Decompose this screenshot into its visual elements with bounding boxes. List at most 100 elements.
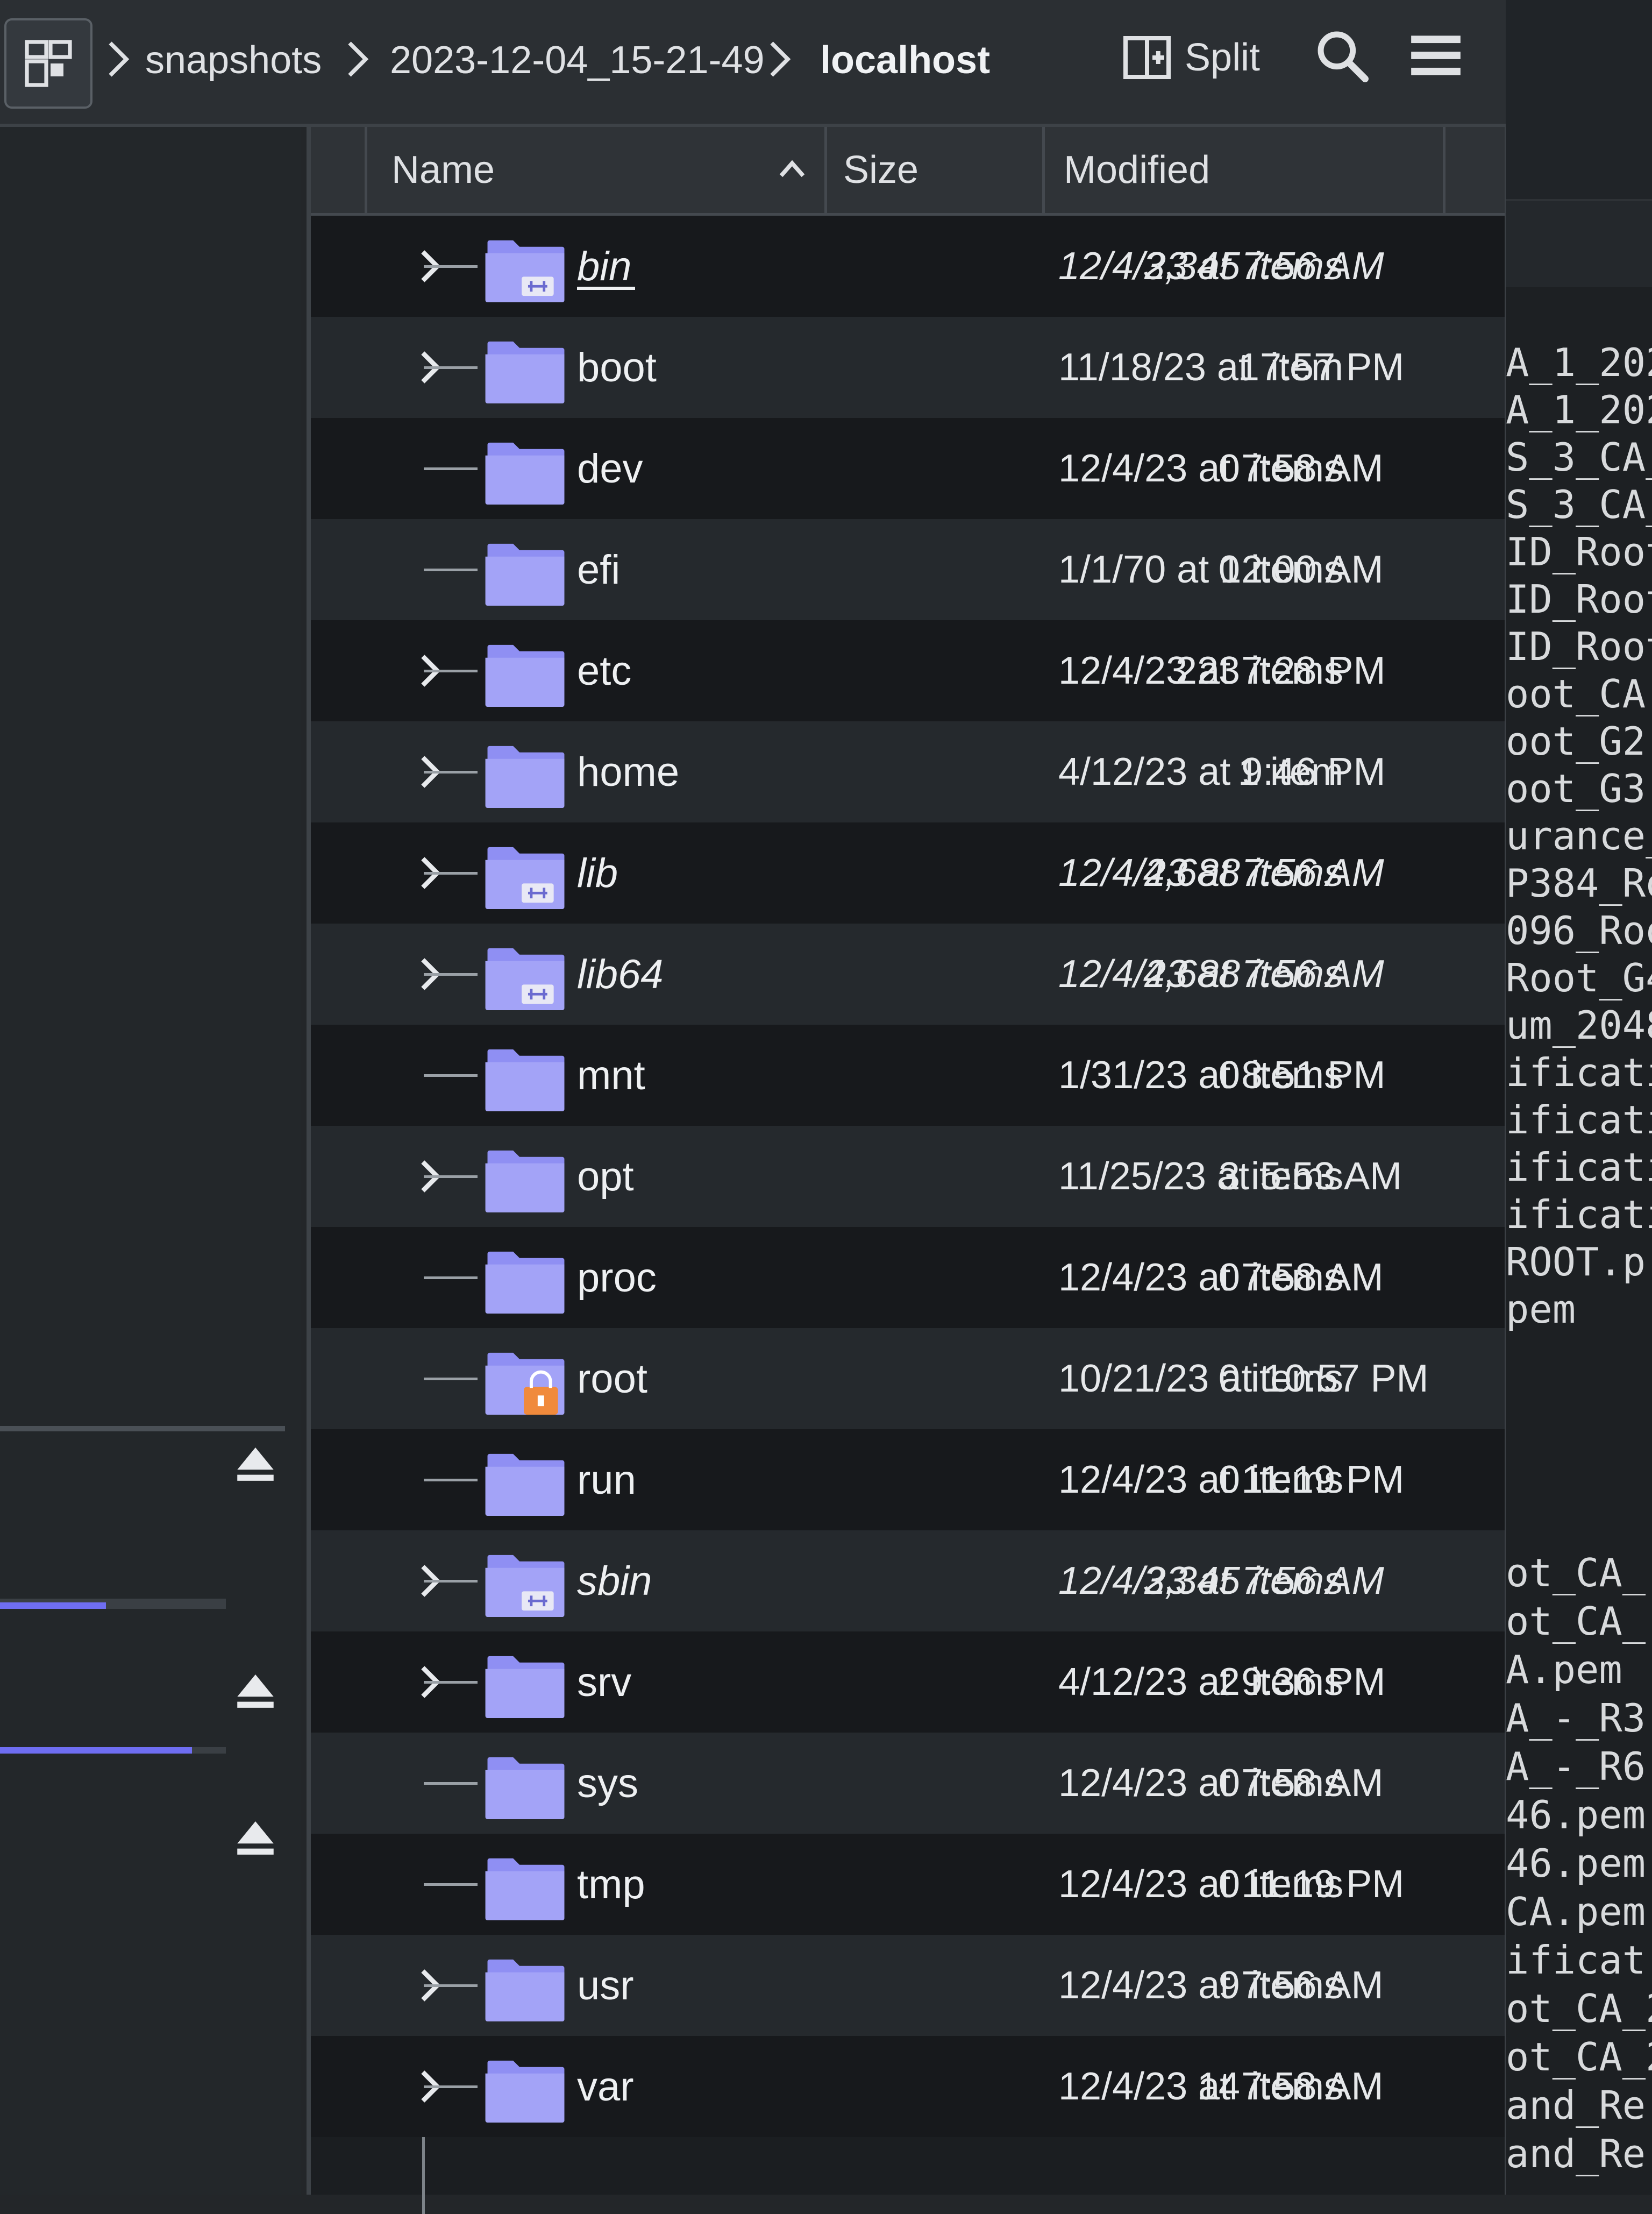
file-modified: 10/21/23 at 10:57 PM <box>1058 1357 1429 1400</box>
folder-icon <box>485 1049 565 1112</box>
file-row-bin[interactable]: bin 3,345 items 12/4/23 at 7:56 AM <box>311 216 1505 317</box>
split-button[interactable]: Split <box>1121 28 1260 87</box>
terminal-line: oot_G2. <box>1506 719 1652 764</box>
folder-icon <box>485 1656 565 1719</box>
file-modified: 11/25/23 at 5:53 AM <box>1058 1155 1402 1198</box>
file-row-usr[interactable]: usr 9 items 12/4/23 at 7:56 AM <box>311 1935 1505 2036</box>
file-name: home <box>577 749 680 795</box>
file-row-tmp[interactable]: tmp 0 items 12/4/23 at 11:19 PM <box>311 1834 1505 1935</box>
file-modified: 12/4/23 at 7:28 PM <box>1058 649 1386 692</box>
chevron-right-icon <box>109 41 130 77</box>
file-modified: 1/31/23 at 8:51 PM <box>1058 1054 1386 1097</box>
folder-icon <box>485 543 565 606</box>
places-toggle-button[interactable] <box>4 18 92 109</box>
file-row-lib64[interactable]: lib64 4,688 items 12/4/23 at 7:56 AM <box>311 924 1505 1025</box>
breadcrumb-item-current[interactable]: localhost <box>820 33 990 87</box>
file-row-mnt[interactable]: mnt 0 items 1/31/23 at 8:51 PM <box>311 1025 1505 1126</box>
file-row-root[interactable]: root 0 items 10/21/23 at 10:57 PM <box>311 1328 1505 1429</box>
file-row-efi[interactable]: efi 0 items 1/1/70 at 12:00 AM <box>311 519 1505 620</box>
column-modified-header[interactable]: Modified <box>1064 127 1210 213</box>
terminal-line: ificati <box>1506 1097 1652 1143</box>
file-list: Name Size Modified bin 3,345 items 12/4/23… <box>307 127 1509 2214</box>
file-row-var[interactable]: var 14 items 12/4/23 at 7:58 AM <box>311 2036 1505 2137</box>
tree-branch <box>424 1175 478 1178</box>
terminal-line: P384_Ro <box>1506 861 1652 906</box>
file-modified: 12/4/23 at 7:56 AM <box>1058 851 1384 895</box>
folder-icon <box>485 1352 565 1415</box>
device-usage-bar <box>0 1602 226 1609</box>
file-modified: 12/4/23 at 11:19 PM <box>1058 1863 1405 1906</box>
breadcrumb-item-date[interactable]: 2023-12-04_15-21-49 <box>390 33 765 87</box>
terminal-line: ROOT.p <box>1506 1239 1646 1285</box>
file-row-lib[interactable]: lib 4,688 items 12/4/23 at 7:56 AM <box>311 822 1505 924</box>
column-name-header[interactable]: Name <box>391 127 495 213</box>
file-row-sys[interactable]: sys 0 items 12/4/23 at 7:58 AM <box>311 1733 1505 1834</box>
breadcrumb-bar: snapshots 2023-12-04_15-21-49 localhost … <box>0 0 1506 127</box>
eject-icon[interactable] <box>231 1439 280 1488</box>
folder-icon <box>485 644 565 707</box>
column-separator <box>365 127 367 213</box>
terminal-line: S_3_CA_ <box>1506 435 1652 480</box>
tree-branch <box>424 1681 478 1684</box>
tree-branch <box>424 1479 478 1481</box>
search-icon[interactable] <box>1312 26 1371 85</box>
terminal-line: 096_Roo <box>1506 908 1652 953</box>
folder-icon <box>485 1555 565 1617</box>
folder-icon <box>485 1453 565 1516</box>
file-row-proc[interactable]: proc 0 items 12/4/23 at 7:58 AM <box>311 1227 1505 1328</box>
file-row-sbin[interactable]: sbin 3,345 items 12/4/23 at 7:56 AM <box>311 1530 1505 1631</box>
terminal-line: ID_Root <box>1506 624 1652 669</box>
file-name: tmp <box>577 1861 645 1907</box>
file-name: efi <box>577 547 621 593</box>
file-row-boot[interactable]: boot 1 item 11/18/23 at 7:57 PM <box>311 317 1505 418</box>
file-name: mnt <box>577 1052 645 1098</box>
breadcrumb-item-snapshots[interactable]: snapshots <box>145 33 322 87</box>
terminal-header <box>1506 0 1652 201</box>
terminal-line: ID_Root <box>1506 529 1652 574</box>
device-usage-bar <box>0 1747 226 1754</box>
terminal-line: and_Re <box>1506 2083 1646 2128</box>
file-modified: 12/4/23 at 7:58 AM <box>1058 2065 1384 2108</box>
terminal-line: A.pem <box>1506 1647 1622 1692</box>
column-name-label: Name <box>391 148 495 191</box>
folder-icon <box>485 341 565 404</box>
terminal-line: ificati <box>1506 1145 1652 1190</box>
column-separator <box>1443 127 1446 213</box>
column-size-header[interactable]: Size <box>843 127 918 213</box>
hamburger-menu-icon[interactable] <box>1404 26 1468 85</box>
terminal-line: A_1_202 <box>1506 387 1652 432</box>
file-name: lib <box>577 850 618 896</box>
file-row-etc[interactable]: etc 223 items 12/4/23 at 7:28 PM <box>311 620 1505 721</box>
tree-branch <box>424 1580 478 1583</box>
file-row-opt[interactable]: opt 3 items 11/25/23 at 5:53 AM <box>311 1126 1505 1227</box>
file-row-run[interactable]: run 0 items 12/4/23 at 11:19 PM <box>311 1429 1505 1530</box>
tree-branch <box>424 1276 478 1279</box>
file-row-dev[interactable]: dev 0 items 12/4/23 at 7:58 AM <box>311 418 1505 519</box>
tree-branch <box>424 2085 478 2088</box>
file-row-srv[interactable]: srv 2 items 4/12/23 at 9:36 PM <box>311 1631 1505 1733</box>
file-row-home[interactable]: home 1 item 4/12/23 at 9:46 PM <box>311 721 1505 822</box>
file-modified: 1/1/70 at 12:00 AM <box>1058 548 1384 591</box>
file-name: opt <box>577 1153 634 1200</box>
file-name: sbin <box>577 1558 652 1604</box>
folder-icon <box>485 240 565 303</box>
places-divider <box>0 1426 285 1431</box>
file-name: boot <box>577 344 657 391</box>
column-separator <box>1042 127 1045 213</box>
file-modified: 12/4/23 at 7:56 AM <box>1058 1964 1384 2007</box>
terminal-line: A_1_202 <box>1506 340 1652 385</box>
terminal-line: ID_Root <box>1506 577 1652 622</box>
folder-icon <box>485 847 565 910</box>
terminal-line: urance_ <box>1506 813 1652 858</box>
terminal-tabbar <box>1506 201 1652 287</box>
folder-icon <box>485 1959 565 2022</box>
eject-icon[interactable] <box>231 1666 280 1715</box>
file-name: lib64 <box>577 951 664 997</box>
column-header: Name Size Modified <box>311 127 1505 216</box>
eject-icon[interactable] <box>231 1813 280 1862</box>
terminal-line: S_3_CA_ <box>1506 482 1652 527</box>
file-modified: 11/18/23 at 7:57 PM <box>1058 346 1405 389</box>
background-terminal: A_1_202A_1_202S_3_CA_S_3_CA_ID_RootID_Ro… <box>1506 0 1652 2195</box>
tree-branch <box>424 1984 478 1987</box>
column-separator <box>824 127 827 213</box>
